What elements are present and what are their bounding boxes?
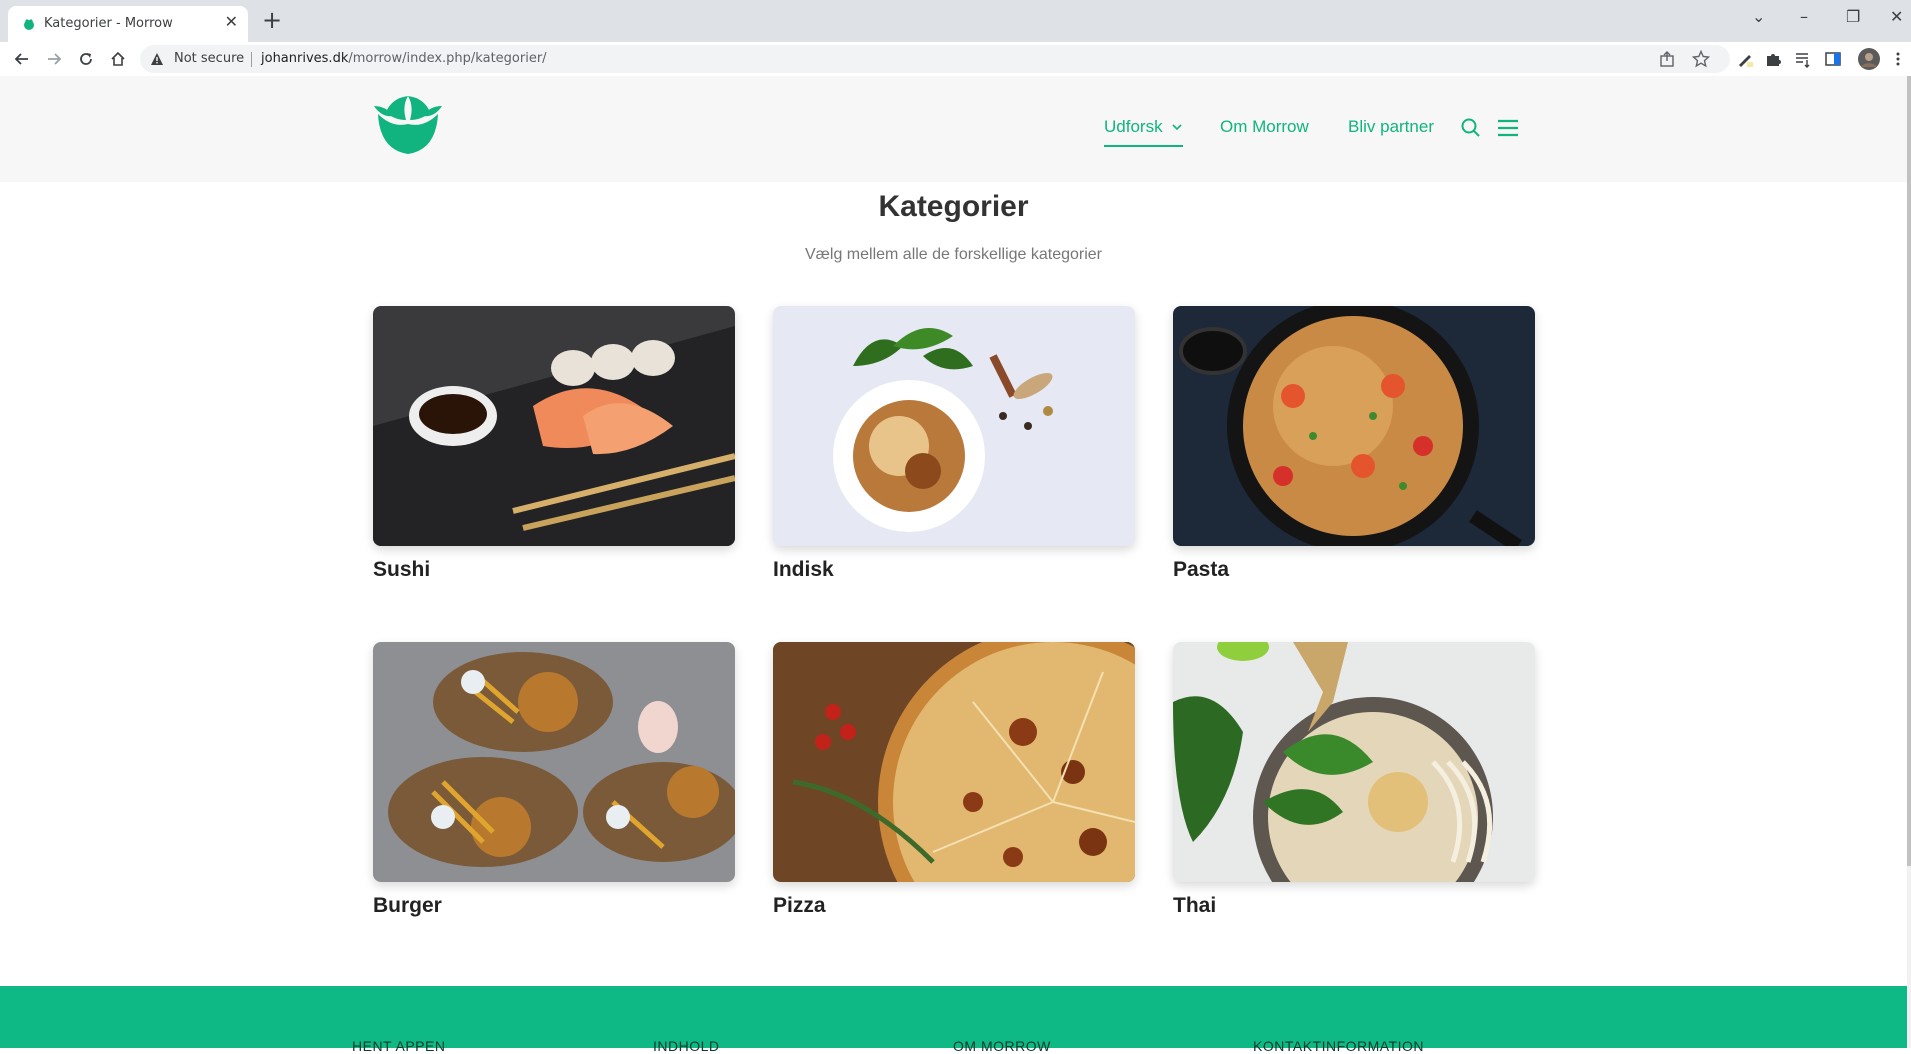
category-label-thai[interactable]: Thai xyxy=(1173,894,1535,918)
extensions-puzzle-icon[interactable] xyxy=(1764,50,1782,68)
restore-icon[interactable]: ❐ xyxy=(1846,8,1860,26)
category-card-sushi[interactable]: Sushi xyxy=(373,306,735,582)
category-card-indisk[interactable]: Indisk xyxy=(773,306,1135,582)
url-host: johanrives.dk xyxy=(261,51,349,66)
url-text[interactable]: johanrives.dk/morrow/index.php/kategorie… xyxy=(261,51,547,66)
url-path: /morrow/index.php/kategorier/ xyxy=(348,51,547,66)
back-icon[interactable] xyxy=(11,48,33,70)
window-close-icon[interactable]: ✕ xyxy=(1890,8,1903,26)
category-image-pizza[interactable] xyxy=(773,642,1135,882)
share-icon[interactable] xyxy=(1658,50,1676,68)
new-tab-button[interactable]: + xyxy=(262,7,282,33)
category-image-thai[interactable] xyxy=(1173,642,1535,882)
tab-search-icon[interactable]: ⌄ xyxy=(1752,8,1765,26)
scrollbar-thumb[interactable] xyxy=(1907,76,1911,866)
bookmark-star-icon[interactable] xyxy=(1692,50,1710,68)
browser-tab[interactable]: Kategorier - Morrow ✕ xyxy=(8,6,248,42)
browser-toolbar: Not secure johanrives.dk/morrow/index.ph… xyxy=(0,42,1911,77)
category-card-thai[interactable]: Thai xyxy=(1173,642,1535,918)
minimize-icon[interactable]: – xyxy=(1800,8,1808,26)
browser-menu-icon[interactable] xyxy=(1894,50,1902,68)
category-label-indisk[interactable]: Indisk xyxy=(773,558,1135,582)
address-bar[interactable]: Not secure johanrives.dk/morrow/index.ph… xyxy=(140,45,1730,73)
page-subtitle: Vælg mellem alle de forskellige kategori… xyxy=(804,246,1103,263)
nav-udforsk-label: Udforsk xyxy=(1104,117,1163,136)
home-icon[interactable] xyxy=(107,48,129,70)
search-icon[interactable] xyxy=(1460,117,1482,139)
forward-icon[interactable] xyxy=(43,48,65,70)
category-image-burger[interactable] xyxy=(373,642,735,882)
warning-icon xyxy=(151,53,163,65)
browser-tab-bar: Kategorier - Morrow ✕ + ⌄ – ❐ ✕ xyxy=(0,0,1911,42)
category-card-pasta[interactable]: Pasta xyxy=(1173,306,1535,582)
morrow-logo[interactable] xyxy=(372,94,444,156)
category-label-sushi[interactable]: Sushi xyxy=(373,558,735,582)
category-image-pasta[interactable] xyxy=(1173,306,1535,546)
category-label-pasta[interactable]: Pasta xyxy=(1173,558,1535,582)
tab-close-icon[interactable]: ✕ xyxy=(225,14,238,32)
site-header: Udforsk Om Morrow Bliv partner xyxy=(0,76,1907,182)
category-label-pizza[interactable]: Pizza xyxy=(773,894,1135,918)
footer-heading-indhold: INDHOLD xyxy=(653,1038,720,1054)
profile-avatar[interactable] xyxy=(1858,48,1880,70)
footer-heading-om-morrow: OM MORROW xyxy=(953,1038,1051,1054)
site-footer: HENT APPEN INDHOLD OM MORROW KONTAKTINFO… xyxy=(0,986,1907,1054)
footer-heading-kontaktinformation: KONTAKTINFORMATION xyxy=(1253,1038,1425,1054)
reading-list-icon[interactable] xyxy=(1794,50,1812,68)
security-label[interactable]: Not secure xyxy=(174,51,244,66)
pen-extension-icon[interactable] xyxy=(1736,50,1754,68)
tab-title: Kategorier - Morrow xyxy=(44,16,173,31)
nav-udforsk[interactable]: Udforsk xyxy=(1104,117,1184,147)
nav-bliv-partner[interactable]: Bliv partner xyxy=(1348,117,1434,137)
nav-om-morrow[interactable]: Om Morrow xyxy=(1220,117,1309,137)
category-label-burger[interactable]: Burger xyxy=(373,894,735,918)
address-divider xyxy=(251,52,252,67)
category-image-sushi[interactable] xyxy=(373,306,735,546)
chevron-down-icon xyxy=(1172,124,1182,131)
morrow-favicon-icon xyxy=(24,19,34,30)
hamburger-menu-icon[interactable] xyxy=(1496,117,1520,139)
category-card-burger[interactable]: Burger xyxy=(373,642,735,918)
page-title: Kategorier xyxy=(878,190,1029,223)
footer-heading-hent-appen: HENT APPEN xyxy=(352,1038,446,1054)
category-card-pizza[interactable]: Pizza xyxy=(773,642,1135,918)
category-image-indisk[interactable] xyxy=(773,306,1135,546)
reload-icon[interactable] xyxy=(75,48,97,70)
side-panel-icon[interactable] xyxy=(1824,50,1842,68)
